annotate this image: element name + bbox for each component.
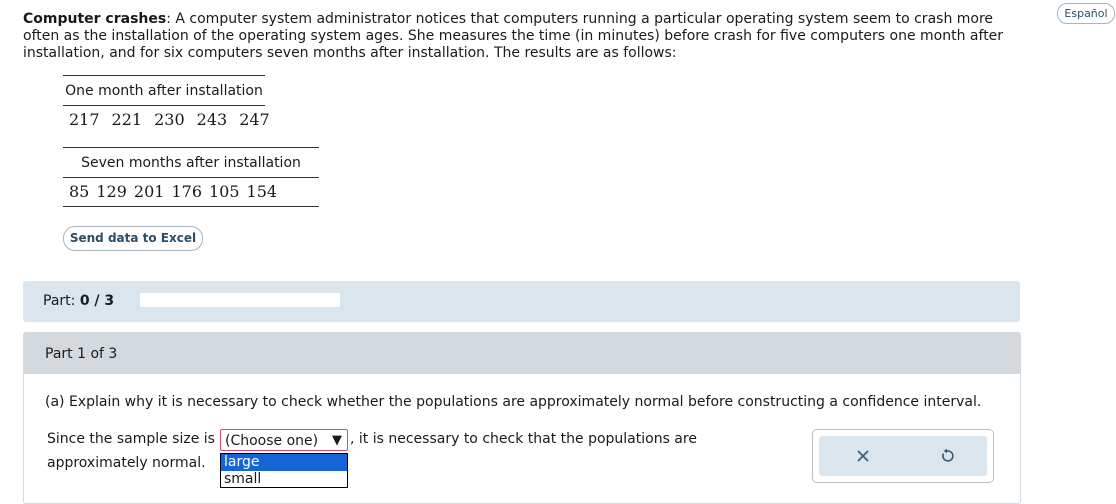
select-value: (Choose one) (225, 433, 319, 449)
part-label: Part: 0 / 3 (43, 293, 115, 309)
reset-button[interactable] (917, 436, 977, 476)
one-month-table: One month after installation 217 221 230… (63, 75, 270, 134)
undo-icon (942, 448, 954, 462)
option-large[interactable]: large (221, 454, 347, 471)
problem-statement: Computer crashes: A computer system admi… (23, 11, 1023, 62)
part-score: 0 / 3 (79, 293, 115, 309)
tools-panel (819, 436, 987, 476)
seven-months-table: Seven months after installation 85 129 2… (63, 147, 319, 207)
table-cell: 201 (133, 182, 165, 201)
table-cell: 129 (96, 182, 127, 201)
table-cell: 243 (196, 110, 228, 129)
answer-tools (812, 429, 994, 483)
question-text: (a) Explain why it is necessary to check… (45, 394, 982, 410)
seven-months-header: Seven months after installation (81, 155, 301, 171)
table-cell: 85 (69, 182, 90, 201)
espanol-language-button[interactable]: Español (1057, 3, 1115, 24)
dropdown-arrow-icon: ▼ (332, 433, 342, 448)
option-small[interactable]: small (221, 471, 347, 488)
send-to-excel-button[interactable]: Send data to Excel (63, 226, 203, 251)
answer-sentence-start: Since the sample size is (47, 431, 215, 447)
one-month-header: One month after installation (65, 83, 263, 99)
one-month-values: 217 221 230 243 247 (63, 106, 270, 134)
table-cell: 221 (111, 110, 143, 129)
progress-track (140, 293, 340, 307)
answer-sentence-end: approximately normal. (47, 455, 206, 471)
table-rule-bottom (63, 206, 319, 207)
sample-size-options: large small (220, 453, 348, 488)
part-header: Part 1 of 3 (24, 333, 1020, 374)
answer-sentence-mid: , it is necessary to check that the popu… (350, 431, 697, 447)
problem-body: : A computer system administrator notice… (23, 11, 1004, 61)
close-icon (857, 450, 869, 462)
table-cell: 176 (171, 182, 202, 201)
seven-months-values: 85 129 201 176 105 154 (63, 178, 319, 206)
table-cell: 105 (209, 182, 240, 201)
problem-title: Computer crashes (23, 11, 167, 27)
table-cell: 247 (239, 110, 270, 129)
clear-button[interactable] (833, 436, 893, 476)
sample-size-select[interactable]: (Choose one) ▼ (220, 429, 348, 451)
part-progress-bar: Part: 0 / 3 (23, 281, 1020, 322)
table-cell: 230 (154, 110, 185, 129)
table-cell: 154 (246, 182, 278, 201)
table-cell: 217 (69, 110, 100, 129)
